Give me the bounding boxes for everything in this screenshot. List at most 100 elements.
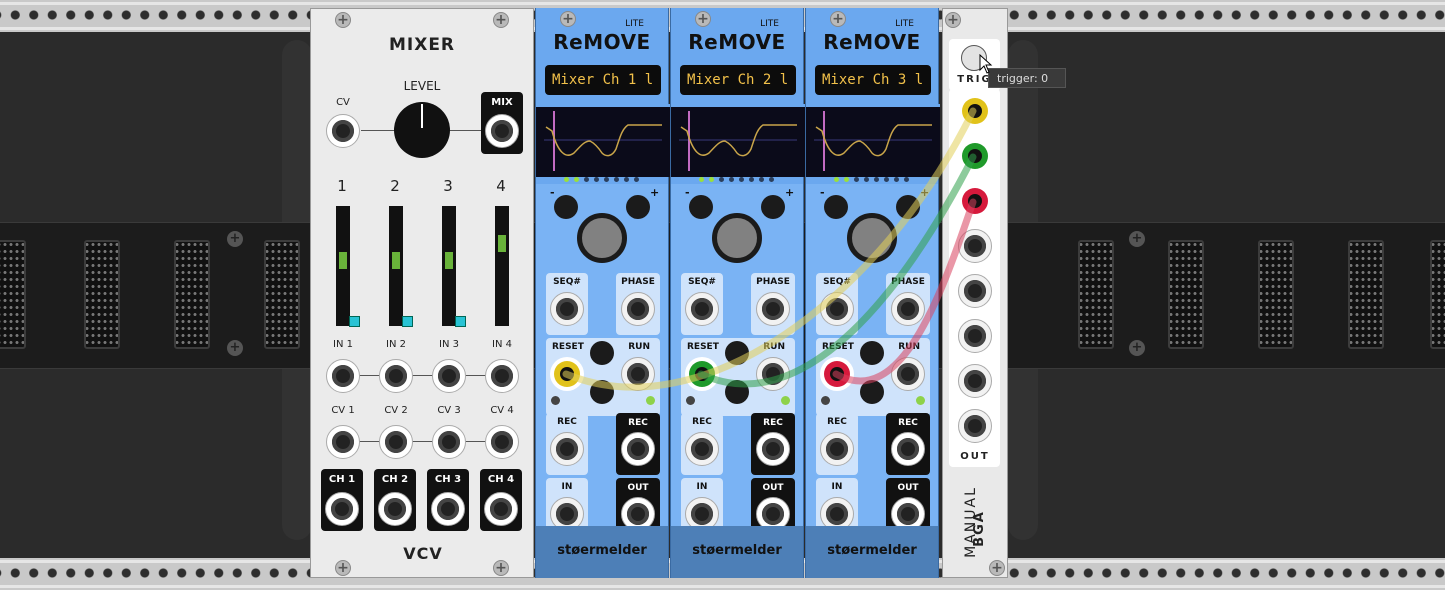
automation-curve — [544, 111, 662, 171]
reset-knob[interactable] — [590, 341, 614, 365]
cv-jack-2[interactable] — [379, 425, 413, 459]
mix-output-jack[interactable] — [485, 114, 519, 148]
reset-jack[interactable] — [685, 357, 719, 391]
recording-display[interactable]: Mixer Ch 1 l — [545, 65, 661, 95]
manual-module[interactable]: + + TRIG OUT MANUAL BGA — [942, 8, 1008, 578]
out-jack-6[interactable] — [958, 319, 992, 353]
phase-jack[interactable] — [621, 292, 655, 326]
plus-knob[interactable] — [761, 195, 785, 219]
rack-connector — [0, 240, 26, 349]
minus-knob[interactable] — [824, 195, 848, 219]
cv-jack-1[interactable] — [326, 425, 360, 459]
ch-out-jack-4[interactable] — [484, 492, 518, 526]
phase-jack[interactable] — [756, 292, 790, 326]
reset-knob[interactable] — [725, 341, 749, 365]
run-jack[interactable] — [891, 357, 925, 391]
in-jack-1[interactable] — [326, 359, 360, 393]
mixer-module[interactable]: + + + + MIXER LEVEL CV MIX 1 2 3 4 IN 1 … — [310, 8, 534, 578]
step-led — [739, 177, 744, 182]
seq-jack[interactable] — [685, 292, 719, 326]
fader-handle[interactable] — [339, 252, 347, 269]
fader-handle[interactable] — [445, 252, 453, 269]
plus-knob[interactable] — [626, 195, 650, 219]
out-jack-7[interactable] — [958, 364, 992, 398]
run-label: RUN — [628, 342, 650, 352]
ch-out-jack-2[interactable] — [378, 492, 412, 526]
fader-ch3[interactable] — [442, 206, 456, 326]
rec-label: REC — [692, 417, 712, 427]
brand-logo: BGA — [971, 510, 987, 547]
screw-icon: + — [560, 11, 576, 27]
phase-jack[interactable] — [891, 292, 925, 326]
run-jack[interactable] — [621, 357, 655, 391]
out-jack-8[interactable] — [958, 409, 992, 443]
step-led — [874, 177, 879, 182]
screw-icon: + — [335, 12, 351, 28]
vcv-logo: VCV — [403, 544, 443, 563]
fader-ch1[interactable] — [336, 206, 350, 326]
step-led — [574, 177, 579, 182]
in-jack-2[interactable] — [379, 359, 413, 393]
rec-in-jack[interactable] — [550, 432, 584, 466]
minus-knob[interactable] — [554, 195, 578, 219]
out-jack-3[interactable] — [958, 184, 992, 218]
recording-display[interactable]: Mixer Ch 2 l — [680, 65, 796, 95]
remove-lite-module-3[interactable]: ++LITEReMOVEMixer Ch 3 l-+SEQ#PHASERESET… — [805, 8, 940, 578]
fader-handle[interactable] — [392, 252, 400, 269]
run-knob[interactable] — [590, 380, 614, 404]
reset-knob[interactable] — [860, 341, 884, 365]
ch-out-jack-1[interactable] — [325, 492, 359, 526]
phase-label: PHASE — [891, 277, 925, 287]
step-led — [719, 177, 724, 182]
run-jack[interactable] — [756, 357, 790, 391]
mix-label: MIX — [491, 97, 513, 108]
cv-jack-4[interactable] — [485, 425, 519, 459]
in-label: IN 4 — [492, 339, 512, 350]
level-knob[interactable] — [394, 102, 450, 158]
select-knob[interactable] — [712, 213, 762, 263]
out-jack-4[interactable] — [958, 229, 992, 263]
step-led — [854, 177, 859, 182]
step-led — [834, 177, 839, 182]
rec-out-jack[interactable] — [891, 432, 925, 466]
out-jack-5[interactable] — [958, 274, 992, 308]
rec-out-jack[interactable] — [756, 432, 790, 466]
fader-ch4[interactable] — [495, 206, 509, 326]
brand-logo: støermelder — [692, 543, 782, 558]
rec-in-jack[interactable] — [685, 432, 719, 466]
step-led — [634, 177, 639, 182]
fader-handle[interactable] — [498, 235, 506, 252]
select-knob[interactable] — [577, 213, 627, 263]
run-knob[interactable] — [860, 380, 884, 404]
cv-jack-3[interactable] — [432, 425, 466, 459]
remove-lite-module-2[interactable]: ++LITEReMOVEMixer Ch 2 l-+SEQ#PHASERESET… — [670, 8, 805, 578]
out-jack-2[interactable] — [958, 139, 992, 173]
rec-out-jack[interactable] — [621, 432, 655, 466]
select-knob[interactable] — [847, 213, 897, 263]
run-knob[interactable] — [725, 380, 749, 404]
seq-jack[interactable] — [820, 292, 854, 326]
screw-icon: + — [945, 12, 961, 28]
recording-display[interactable]: Mixer Ch 3 l — [815, 65, 931, 95]
in-jack-4[interactable] — [485, 359, 519, 393]
fader-ch2[interactable] — [389, 206, 403, 326]
screw-icon: + — [335, 560, 351, 576]
seq-jack[interactable] — [550, 292, 584, 326]
minus-knob[interactable] — [689, 195, 713, 219]
cv-in-label: CV 2 — [384, 405, 408, 416]
screw-icon: + — [989, 560, 1005, 576]
step-led — [844, 177, 849, 182]
remove-lite-module-1[interactable]: ++LITEReMOVEMixer Ch 1 l-+SEQ#PHASERESET… — [535, 8, 670, 578]
ch-out-jack-3[interactable] — [431, 492, 465, 526]
rec-label: REC — [557, 417, 577, 427]
reset-jack[interactable] — [550, 357, 584, 391]
reset-jack[interactable] — [820, 357, 854, 391]
cv-in-label: CV 3 — [437, 405, 461, 416]
cv-input-jack[interactable] — [326, 114, 360, 148]
rec-in-jack[interactable] — [820, 432, 854, 466]
step-led — [769, 177, 774, 182]
cv-label: CV — [336, 97, 350, 108]
plus-knob[interactable] — [896, 195, 920, 219]
in-jack-3[interactable] — [432, 359, 466, 393]
out-jack-1[interactable] — [958, 94, 992, 128]
